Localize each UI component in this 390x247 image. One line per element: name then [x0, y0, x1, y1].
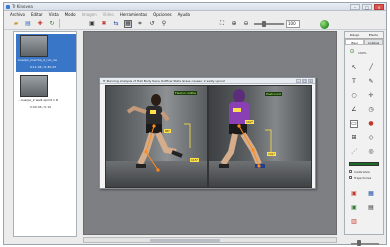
- trajectories-label: Trajectories: [354, 176, 372, 180]
- rotate-icon[interactable]: ↻: [48, 20, 56, 28]
- file-item[interactable]: ...cuerpo_2 walk sprint 1 D 0:09.46 / 0:…: [16, 74, 76, 112]
- delete-icon[interactable]: ✖: [100, 20, 108, 28]
- undo-icon[interactable]: ↺: [148, 20, 156, 28]
- chronometer-tool-icon[interactable]: ◷: [367, 106, 375, 114]
- tab-dibujo[interactable]: Dibujo: [345, 32, 364, 39]
- label-right-knee: 102°: [245, 120, 255, 124]
- scrollbar-thumb[interactable]: [150, 239, 220, 242]
- analysis-window-title: Tr Running Analysis of Hall Body tiene O…: [103, 79, 225, 83]
- label-right-green: Postcount: [265, 92, 282, 96]
- file-duration: 0:09.46 / 0:10: [30, 105, 52, 109]
- spotlight-tool-icon[interactable]: ◎: [367, 148, 375, 156]
- maximize-button[interactable]: □: [362, 4, 372, 10]
- opacity-slider[interactable]: [351, 243, 379, 245]
- grid-tool-icon[interactable]: ⊞: [350, 134, 358, 142]
- horizontal-scrollbar[interactable]: [83, 237, 337, 243]
- subtab-basi[interactable]: Basi: [345, 39, 364, 45]
- label-left-knee: 86°: [164, 129, 172, 133]
- pencil-tool-icon[interactable]: ✎: [367, 78, 375, 86]
- circle-tool-icon[interactable]: ○: [350, 92, 358, 100]
- text-tool-icon[interactable]: T: [350, 78, 358, 86]
- zoom-tool-icon[interactable]: ⊙: [348, 48, 356, 56]
- floppy-icon[interactable]: ▣: [88, 20, 96, 28]
- grid-icon[interactable]: ▦: [124, 20, 132, 28]
- file-item-selected[interactable]: Cuerpo_marcha_2_run_1a 0:11.04 / 0:30.23: [16, 34, 76, 72]
- search-icon[interactable]: ⚲: [160, 20, 168, 28]
- flip-icon[interactable]: ⇆: [112, 20, 120, 28]
- title-bar: Tr Kinovea – □ ×: [4, 3, 386, 11]
- file-duration: 0:11.04 / 0:30.23: [30, 65, 56, 69]
- analysis-maximize-button[interactable]: □: [302, 79, 307, 83]
- open-folder-icon[interactable]: ▰: [12, 20, 20, 28]
- file-thumbnail: [20, 35, 48, 57]
- zoom-slider-track[interactable]: [254, 23, 284, 25]
- video-frame-right[interactable]: Postcount 102° 131°: [208, 85, 312, 188]
- zoom-select[interactable]: 100: [286, 20, 300, 28]
- label-left-ankle: 115°: [190, 158, 200, 162]
- calibration-checkbox[interactable]: [349, 170, 352, 173]
- calibration-label: Calibration: [354, 170, 371, 174]
- file-browser-panel: Cuerpo_marcha_2_run_1a 0:11.04 / 0:30.23…: [13, 31, 77, 237]
- line-tool-icon[interactable]: ╱: [367, 64, 375, 72]
- track-button-icon[interactable]: ▣: [350, 204, 358, 212]
- record-icon[interactable]: ▣: [350, 190, 358, 198]
- analysis-window[interactable]: Tr Running Analysis of Hall Body tiene O…: [99, 77, 316, 189]
- track-tool-icon[interactable]: ⋰: [350, 148, 358, 156]
- app-icon: [6, 5, 10, 9]
- arrow-tool-icon[interactable]: ↖: [350, 64, 358, 72]
- zoom-out-icon[interactable]: ⊖: [242, 20, 250, 28]
- plane-tool-icon[interactable]: ◇: [367, 134, 375, 142]
- angle-tool-icon[interactable]: ∠: [350, 106, 358, 114]
- save-image-icon[interactable]: ▦: [367, 190, 375, 198]
- workspace-canvas: Tr Running Analysis of Hall Body tiene O…: [83, 31, 337, 235]
- tab-efecto[interactable]: Efecto: [364, 32, 383, 39]
- menu-archivo[interactable]: Archivo: [10, 12, 25, 17]
- menu-ayuda[interactable]: Ayuda: [178, 12, 190, 17]
- menu-modo[interactable]: Modo: [65, 12, 76, 17]
- analysis-minimize-button[interactable]: –: [296, 79, 301, 83]
- subtab-analisis[interactable]: Análisis: [364, 39, 383, 45]
- save-icon[interactable]: ▤: [24, 20, 32, 28]
- cross-tool-icon[interactable]: ✛: [367, 92, 375, 100]
- runner-left-figure: [126, 94, 191, 172]
- label-right-ankle: 131°: [267, 152, 277, 156]
- menu-editar[interactable]: Editar: [31, 12, 43, 17]
- runner-right-figure: [219, 89, 272, 168]
- fit-screen-icon[interactable]: ⛶: [218, 20, 226, 28]
- file-name: Cuerpo_marcha_2_run_1a: [18, 58, 57, 62]
- analysis-close-button[interactable]: ×: [308, 79, 313, 83]
- marker-tool-icon[interactable]: ●: [367, 120, 375, 128]
- toolbar-separator: [59, 19, 60, 28]
- menu-herramientas[interactable]: Herramientas: [120, 12, 147, 17]
- menu-opciones[interactable]: Opciones: [153, 12, 172, 17]
- application-window: Tr Kinovea – □ × Archivo Editar Vista Mo…: [3, 2, 387, 246]
- label-left-green: Flexion rodilla: [174, 91, 197, 95]
- clear-button-icon[interactable]: ▤: [367, 204, 375, 212]
- zoom-slider-knob[interactable]: [262, 21, 266, 27]
- crop-icon[interactable]: ⌗: [136, 20, 144, 28]
- tools-panel: Dibujo Efecto Basi Análisis ⊙ 100% ↖ ╱ T…: [344, 31, 384, 246]
- globe-icon[interactable]: [320, 20, 329, 29]
- rectangle-tool-icon[interactable]: ▭: [350, 120, 358, 128]
- export-data-icon[interactable]: ▥: [350, 218, 358, 226]
- file-name: ...cuerpo_2 walk sprint 1 D: [18, 98, 59, 102]
- close-button[interactable]: ×: [374, 4, 384, 10]
- minimize-button[interactable]: –: [350, 4, 360, 10]
- trajectories-checkbox[interactable]: [349, 176, 352, 179]
- analysis-window-titlebar: Tr Running Analysis of Hall Body tiene O…: [100, 78, 315, 84]
- export-icon[interactable]: ✚: [36, 20, 44, 28]
- zoom-tool-label: 100%: [358, 51, 367, 55]
- menu-vista[interactable]: Vista: [49, 12, 59, 17]
- main-toolbar: ▰ ▤ ✚ ↻ ▣ ✖ ⇆ ▦ ⌗ ↺ ⚲ ⛶ ⊕ ⊖ 100: [4, 17, 386, 30]
- menu-imagen[interactable]: Imagen: [82, 12, 97, 17]
- window-title: Tr Kinovea: [12, 4, 33, 9]
- menu-video[interactable]: Video: [103, 12, 114, 17]
- video-frame-left[interactable]: Flexion rodilla 86° 115°: [105, 85, 208, 188]
- file-thumbnail: [20, 75, 48, 97]
- color-swatch[interactable]: [349, 162, 379, 166]
- zoom-in-icon[interactable]: ⊕: [230, 20, 238, 28]
- opacity-slider-knob[interactable]: [357, 240, 361, 246]
